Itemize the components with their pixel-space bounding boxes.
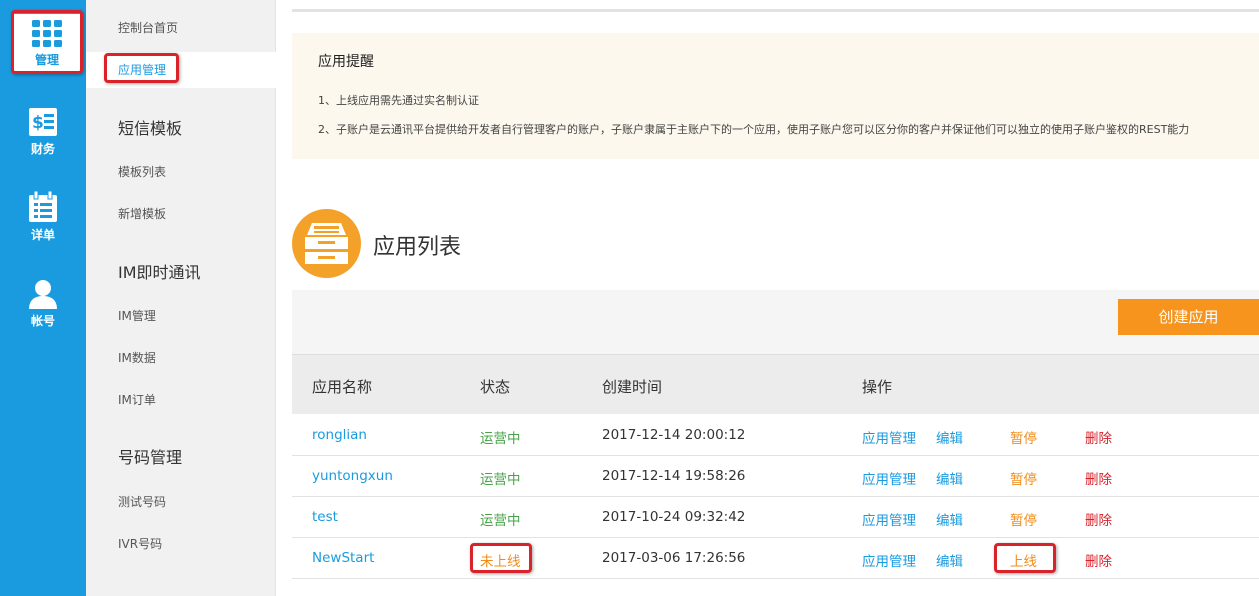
sidebar-item-test-number[interactable]: 测试号码 [86,484,276,520]
rail-label-manage: 管理 [34,53,59,67]
manage-app-link[interactable]: 应用管理 [862,427,916,447]
create-app-button[interactable]: 创建应用 [1118,299,1259,335]
status-text: 未上线 [480,554,521,570]
sidebar-item-add-template[interactable]: 新增模板 [86,196,276,232]
column-header-created: 创建时间 [602,378,663,396]
pause-link[interactable]: 暂停 [1010,427,1037,447]
column-header-status: 状态 [480,378,511,396]
notice-panel: 应用提醒 1、上线应用需先通过实名制认证 2、子账户是云通讯平台提供给开发者自行… [292,33,1259,159]
user-icon [29,280,57,309]
pause-link[interactable]: 暂停 [1010,509,1037,529]
go-online-link[interactable]: 上线 [1010,550,1037,570]
column-header-name: 应用名称 [312,378,373,396]
delete-link[interactable]: 删除 [1085,550,1112,570]
sidebar-item-app-manage[interactable]: 应用管理 [86,52,276,88]
manage-app-link[interactable]: 应用管理 [862,509,916,529]
svg-text:$: $ [32,113,44,133]
sidebar-group-number: 号码管理 [118,448,183,467]
rail-item-details[interactable]: 详单 [0,177,86,257]
sidebar-group-sms: 短信模板 [118,119,183,138]
delete-link[interactable]: 删除 [1085,509,1112,529]
sidebar-item-im-manage[interactable]: IM管理 [86,298,276,334]
grid-icon [32,20,62,47]
sidebar-item-im-order[interactable]: IM订单 [86,382,276,418]
status-text: 运营中 [480,472,521,488]
column-header-actions: 操作 [862,378,893,396]
sidebar-item-template-list[interactable]: 模板列表 [86,154,276,190]
app-name-link[interactable]: test [312,509,338,525]
table-row: ronglian 运营中 2017-12-14 20:00:12 应用管理 编辑… [292,415,1259,456]
created-time: 2017-03-06 17:26:56 [602,550,746,566]
rail-label-account: 帐号 [30,314,55,328]
dollar-doc-icon: $ [29,108,57,136]
app-list-toolbar: 创建应用 [292,290,1259,354]
sidebar-group-im: IM即时通讯 [118,263,201,282]
sidebar-item-ivr-number[interactable]: IVR号码 [86,526,276,562]
edit-link[interactable]: 编辑 [936,468,963,488]
app-name-link[interactable]: yuntongxun [312,468,393,484]
status-text: 运营中 [480,431,521,447]
created-time: 2017-10-24 09:32:42 [602,509,746,525]
app-list-icon [292,209,361,278]
app-name-link[interactable]: NewStart [312,550,374,566]
status-text: 运营中 [480,513,521,529]
table-row: yuntongxun 运营中 2017-12-14 19:58:26 应用管理 … [292,456,1259,497]
rail-item-account[interactable]: 帐号 [0,264,86,344]
delete-link[interactable]: 删除 [1085,468,1112,488]
rail-label-details: 详单 [30,228,55,242]
rail-item-manage[interactable]: 管理 [14,14,80,74]
delete-link[interactable]: 删除 [1085,427,1112,447]
edit-link[interactable]: 编辑 [936,427,963,447]
app-list-title: 应用列表 [373,235,462,260]
manage-app-link[interactable]: 应用管理 [862,468,916,488]
edit-link[interactable]: 编辑 [936,509,963,529]
notice-title: 应用提醒 [318,54,374,70]
rail-item-finance[interactable]: $ 财务 [0,92,86,172]
sidebar-menu: 控制台首页 应用管理 短信模板 模板列表 新增模板 IM即时通讯 IM管理 IM… [86,0,276,596]
created-time: 2017-12-14 19:58:26 [602,468,746,484]
icon-rail: 管理 $ 财务 详单 帐号 [0,0,86,596]
app-name-link[interactable]: ronglian [312,427,367,443]
edit-link[interactable]: 编辑 [936,550,963,570]
table-header: 应用名称 状态 创建时间 操作 [292,354,1259,414]
notice-line-2: 2、子账户是云通讯平台提供给开发者自行管理客户的账户，子账户隶属于主账户下的一个… [318,123,1190,136]
created-time: 2017-12-14 20:00:12 [602,427,746,443]
pause-link[interactable]: 暂停 [1010,468,1037,488]
notice-line-1: 1、上线应用需先通过实名制认证 [318,94,479,107]
table-row: NewStart 未上线 2017-03-06 17:26:56 应用管理 编辑… [292,538,1259,579]
table-row: test 运营中 2017-10-24 09:32:42 应用管理 编辑 暂停 … [292,497,1259,538]
sidebar-item-im-data[interactable]: IM数据 [86,340,276,376]
sidebar-item-console-home[interactable]: 控制台首页 [86,10,276,46]
manage-app-link[interactable]: 应用管理 [862,550,916,570]
top-divider [292,9,1259,12]
rail-label-finance: 财务 [30,142,55,156]
calendar-list-icon [29,191,57,222]
